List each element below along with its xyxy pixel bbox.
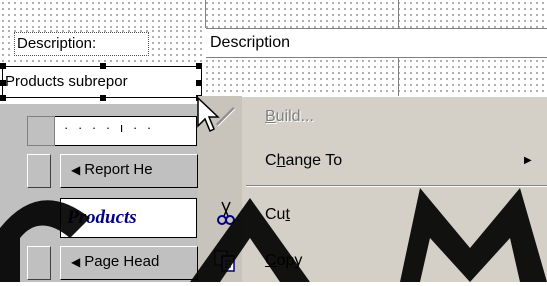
mouse-cursor-icon: [196, 96, 222, 136]
grid-divider: [398, 58, 399, 96]
ruler-marks: · · · · ı · ·: [64, 120, 155, 135]
resize-handle[interactable]: [196, 80, 202, 86]
grid-divider: [398, 0, 399, 28]
resize-handle[interactable]: [100, 95, 106, 101]
subreport-control[interactable]: Products subrepor: [2, 66, 202, 98]
submenu-arrow-icon: ▶: [524, 155, 532, 166]
resize-handle[interactable]: [0, 80, 6, 86]
section-selector[interactable]: [27, 198, 51, 238]
resize-handle[interactable]: [0, 63, 6, 69]
cut-icon: [214, 200, 238, 228]
report-selector[interactable]: [27, 116, 55, 146]
report-grid-top: [0, 0, 547, 28]
menu-item-copy[interactable]: Copy: [265, 250, 302, 272]
section-selector[interactable]: [27, 154, 51, 188]
copy-icon: [212, 248, 238, 274]
menu-item-change-to[interactable]: Change To: [265, 150, 342, 172]
description-field[interactable]: Description: [206, 28, 547, 58]
context-menu: [198, 96, 547, 282]
resize-handle[interactable]: [100, 63, 106, 69]
band-arrow-icon: ◀: [71, 255, 81, 269]
resize-handle[interactable]: [0, 95, 6, 101]
menu-item-build[interactable]: Build...: [265, 106, 314, 128]
menu-item-cut[interactable]: Cut: [265, 204, 290, 226]
menu-separator: [246, 185, 547, 187]
section-selector[interactable]: [27, 246, 51, 280]
resize-handle[interactable]: [196, 63, 202, 69]
band-label: Report He: [84, 161, 153, 178]
band-report-header[interactable]: ◀ Report He: [60, 154, 198, 188]
description-label[interactable]: Description:: [14, 32, 149, 56]
band-arrow-icon: ◀: [71, 163, 81, 177]
band-label: Page Head: [84, 253, 160, 270]
products-title-label[interactable]: Products: [60, 198, 197, 238]
band-page-header[interactable]: ◀ Page Head: [60, 246, 198, 280]
